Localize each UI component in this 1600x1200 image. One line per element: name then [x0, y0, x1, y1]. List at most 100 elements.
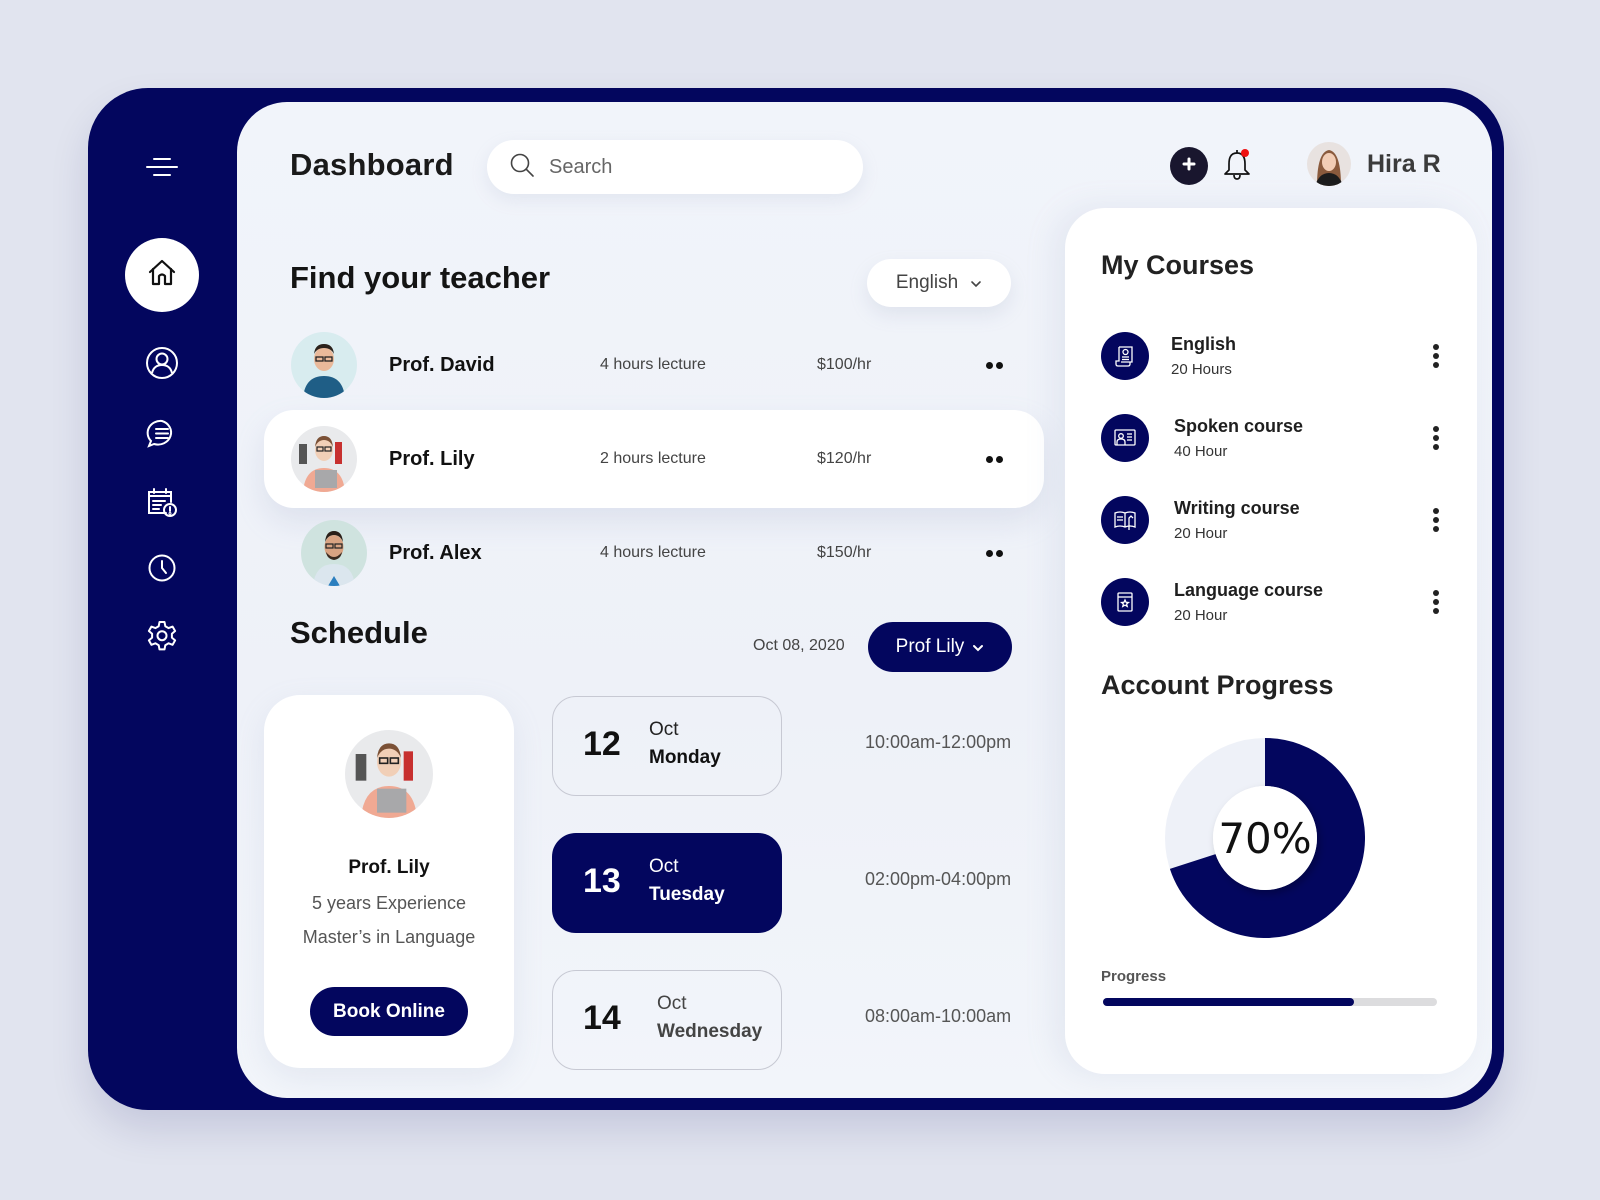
sidebar-item-messages[interactable]	[142, 416, 182, 456]
more-vertical-icon[interactable]	[1431, 424, 1441, 452]
day-month: Oct	[649, 719, 679, 740]
schedule-date: Oct 08, 2020	[753, 637, 845, 654]
teacher-name: Prof. Lily	[389, 447, 475, 470]
search-input[interactable]	[549, 155, 829, 179]
user-menu[interactable]: Hira R	[1307, 142, 1441, 186]
teacher-avatar	[301, 520, 367, 586]
book-online-button[interactable]: Book Online	[310, 987, 468, 1036]
course-item[interactable]: Language course 20 Hour	[1101, 578, 1451, 628]
schedule-day-card[interactable]: 13 Oct Tuesday	[552, 833, 782, 933]
sidebar-item-history[interactable]	[142, 550, 182, 590]
home-icon	[146, 257, 178, 294]
teacher-select-value: Prof Lily	[895, 636, 965, 657]
chevron-down-icon	[972, 636, 984, 658]
teacher-row[interactable]: Prof. Lily 2 hours lecture $120/hr	[264, 410, 1044, 508]
teacher-name: Prof. Alex	[389, 541, 482, 564]
user-circle-icon	[145, 346, 179, 385]
day-number: 12	[583, 725, 621, 763]
more-options-icon[interactable]	[986, 548, 1006, 558]
sidebar-item-home[interactable]	[125, 238, 199, 312]
day-weekday: Wednesday	[657, 1021, 763, 1042]
more-options-icon[interactable]	[986, 454, 1006, 464]
teacher-rate: $150/hr	[817, 544, 872, 561]
course-item[interactable]: English 20 Hours	[1101, 332, 1451, 382]
chat-bubble-icon	[146, 418, 178, 455]
time-slot: 02:00pm-04:00pm	[865, 869, 1012, 889]
user-name: Hira R	[1367, 149, 1441, 178]
my-courses-title: My Courses	[1101, 250, 1255, 280]
more-options-icon[interactable]	[986, 360, 1006, 370]
teacher-lecture-hours: 2 hours lecture	[600, 450, 706, 467]
day-weekday: Tuesday	[649, 884, 725, 905]
course-hours: 20 Hours	[1171, 361, 1232, 378]
sidebar-item-calendar[interactable]	[142, 484, 182, 524]
teacher-avatar	[345, 730, 433, 818]
language-select-value: English	[895, 272, 959, 293]
hamburger-menu-icon[interactable]	[142, 152, 182, 182]
course-name: English	[1171, 334, 1237, 354]
course-name: Spoken course	[1174, 416, 1304, 436]
sidebar-item-profile[interactable]	[142, 345, 182, 385]
course-hours: 20 Hour	[1174, 525, 1228, 542]
day-month: Oct	[649, 856, 679, 877]
star-book-icon	[1101, 578, 1149, 626]
account-progress-title: Account Progress	[1101, 670, 1334, 700]
more-vertical-icon[interactable]	[1431, 506, 1441, 534]
teacher-row[interactable]: Prof. Alex 4 hours lecture $150/hr	[264, 504, 1044, 602]
teacher-name: Prof. David	[389, 353, 495, 376]
gear-icon	[145, 619, 179, 658]
teacher-avatar	[291, 332, 357, 398]
presentation-board-icon	[1101, 414, 1149, 462]
teacher-profile-card: Prof. Lily 5 years Experience Master’s i…	[264, 695, 514, 1068]
progress-bar-label: Progress	[1101, 968, 1167, 985]
teacher-rate: $120/hr	[817, 450, 872, 467]
language-select[interactable]: English	[867, 259, 1011, 307]
sidebar-item-settings[interactable]	[142, 618, 182, 658]
sidebar	[88, 88, 236, 1110]
plus-icon	[1182, 157, 1196, 176]
search-icon	[509, 152, 535, 183]
day-weekday: Monday	[649, 747, 721, 768]
day-month: Oct	[657, 993, 687, 1014]
progress-bar	[1103, 998, 1437, 1006]
chevron-down-icon	[970, 272, 982, 294]
profile-experience: 5 years Experience	[311, 893, 467, 913]
main-panel: Dashboard Hira R Find your teacher Engli…	[237, 102, 1492, 1098]
teacher-lecture-hours: 4 hours lecture	[600, 544, 706, 561]
time-slot: 08:00am-10:00am	[865, 1006, 1012, 1026]
clock-icon	[147, 553, 177, 588]
teacher-avatar	[291, 426, 357, 492]
day-number: 14	[583, 999, 621, 1037]
day-number: 13	[583, 862, 621, 900]
search-bar[interactable]	[487, 140, 863, 194]
notifications-button[interactable]	[1222, 148, 1254, 184]
bell-icon	[1222, 150, 1252, 186]
courses-progress-card: My Courses English 20 Hours Spoken cours…	[1065, 208, 1477, 1074]
schedule-day-card[interactable]: 12 Oct Monday	[552, 696, 782, 796]
course-name: Writing course	[1174, 498, 1300, 518]
course-item[interactable]: Spoken course 40 Hour	[1101, 414, 1451, 464]
profile-degree: Master’s in Language	[302, 927, 476, 947]
schedule-day-card[interactable]: 14 Oct Wednesday	[552, 970, 782, 1070]
course-hours: 40 Hour	[1174, 443, 1228, 460]
course-hours: 20 Hour	[1174, 607, 1228, 624]
page-title: Dashboard	[290, 147, 454, 182]
teacher-row[interactable]: Prof. David 4 hours lecture $100/hr	[264, 316, 1044, 414]
find-teacher-title: Find your teacher	[290, 260, 551, 295]
course-name: Language course	[1174, 580, 1324, 600]
time-slot: 10:00am-12:00pm	[865, 732, 1012, 752]
donut-percent-label: 70%	[1218, 813, 1312, 863]
add-button[interactable]	[1170, 147, 1208, 185]
notification-badge	[1241, 149, 1249, 157]
teacher-select[interactable]: Prof Lily	[868, 622, 1012, 672]
progress-bar-fill	[1103, 998, 1354, 1006]
course-item[interactable]: Writing course 20 Hour	[1101, 496, 1451, 546]
calendar-info-icon	[146, 486, 178, 523]
open-book-pen-icon	[1101, 496, 1149, 544]
teacher-rate: $100/hr	[817, 356, 872, 373]
certificate-scroll-icon	[1101, 332, 1149, 380]
profile-name: Prof. Lily	[348, 857, 430, 878]
more-vertical-icon[interactable]	[1431, 588, 1441, 616]
more-vertical-icon[interactable]	[1431, 342, 1441, 370]
schedule-title: Schedule	[290, 615, 428, 650]
